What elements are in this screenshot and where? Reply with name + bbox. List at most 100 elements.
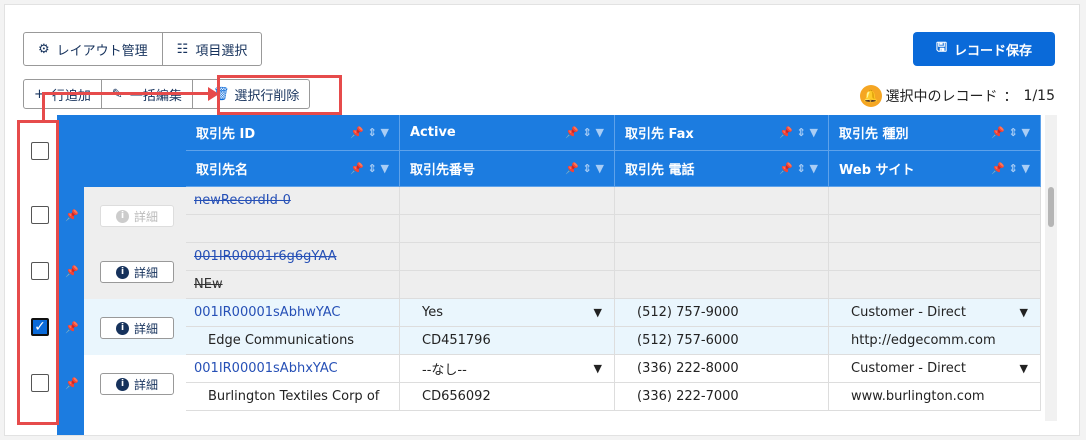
column-header-phone[interactable]: 取引先 電話 📌 ⇕ ▼ xyxy=(615,151,829,187)
cell-active-select[interactable]: --なし-- ▼ xyxy=(400,355,615,383)
column-header-number[interactable]: 取引先番号 📌 ⇕ ▼ xyxy=(400,151,615,187)
cell-website[interactable]: www.burlington.com xyxy=(829,383,1041,411)
chevron-down-icon: ▼ xyxy=(593,362,602,375)
column-header-active[interactable]: Active 📌 ⇕ ▼ xyxy=(400,115,615,151)
detail-button[interactable]: i 詳細 xyxy=(100,261,174,283)
annotation-arrow-line xyxy=(42,92,212,95)
detail-header xyxy=(84,115,186,187)
cell-phone[interactable]: (336) 222-7000 xyxy=(615,383,829,411)
detail-label: 詳細 xyxy=(133,209,158,224)
cell-type-select[interactable]: Customer - Direct ▼ xyxy=(829,299,1041,327)
column-tools-icon[interactable]: 📌 ⇕ ▼ xyxy=(779,151,818,186)
cell-name[interactable]: Burlington Textiles Corp of xyxy=(186,383,400,411)
layout-manage-button[interactable]: ⚙ レイアウト管理 xyxy=(24,33,162,65)
column-header-label: Active xyxy=(410,125,456,140)
scrollbar-thumb[interactable] xyxy=(1048,187,1054,227)
cell-name[interactable]: NEw xyxy=(186,271,400,299)
column-header-name[interactable]: 取引先名 📌 ⇕ ▼ xyxy=(186,151,400,187)
detail-button[interactable]: i 詳細 xyxy=(100,317,174,339)
cell-fax[interactable] xyxy=(615,187,829,215)
cell-website[interactable]: http://edgecomm.com xyxy=(829,327,1041,355)
save-record-button[interactable]: 🖫 レコード保存 xyxy=(913,32,1055,66)
cell-name[interactable]: Edge Communications xyxy=(186,327,400,355)
table-row: 001IR00001sAbhxYAC --なし-- ▼ (336) 222-800… xyxy=(186,355,1041,411)
detail-label: 詳細 xyxy=(133,265,158,280)
cell-website[interactable] xyxy=(829,215,1041,243)
cell-type[interactable] xyxy=(829,243,1041,271)
record-grid-panel: ⚙ レイアウト管理 ☷ 項目選択 🖫 レコード保存 + 行追加 ✎ 一括編集 🗑… xyxy=(4,4,1080,436)
field-select-button[interactable]: ☷ 項目選択 xyxy=(161,33,262,65)
column-header-label: 取引先 種別 xyxy=(839,127,909,142)
annotation-arrow-line xyxy=(42,92,45,120)
info-icon: i xyxy=(115,321,129,335)
cell-website[interactable] xyxy=(829,271,1041,299)
delete-highlight-box xyxy=(217,75,342,115)
column-header-label: 取引先名 xyxy=(196,163,249,178)
cell-phone[interactable]: (512) 757-6000 xyxy=(615,327,829,355)
column-tools-icon[interactable]: 📌 ⇕ ▼ xyxy=(991,151,1030,186)
info-icon: i xyxy=(115,209,129,223)
column-tools-icon[interactable]: 📌 ⇕ ▼ xyxy=(991,115,1030,150)
column-tools-icon[interactable]: 📌 ⇕ ▼ xyxy=(350,115,389,150)
column-header-website[interactable]: Web サイト 📌 ⇕ ▼ xyxy=(829,151,1041,187)
column-header-fax[interactable]: 取引先 Fax 📌 ⇕ ▼ xyxy=(615,115,829,151)
chevron-down-icon: ▼ xyxy=(1019,306,1028,319)
cell-fax[interactable] xyxy=(615,243,829,271)
list-settings-icon: ☷ xyxy=(176,41,189,57)
gear-icon: ⚙ xyxy=(38,41,50,57)
column-header-account-id[interactable]: 取引先 ID 📌 ⇕ ▼ xyxy=(186,115,400,151)
top-button-group: ⚙ レイアウト管理 ☷ 項目選択 xyxy=(23,32,263,66)
table-row-selected: 001IR00001sAbhwYAC Yes ▼ (512) 757-9000 C… xyxy=(186,299,1041,355)
column-header-label: 取引先 Fax xyxy=(625,127,694,142)
detail-button[interactable]: i 詳細 xyxy=(100,205,174,227)
detail-column: i 詳細 i 詳細 i 詳細 i 詳細 xyxy=(84,115,186,435)
column-header-label: Web サイト xyxy=(839,163,915,178)
cell-number[interactable]: CD451796 xyxy=(400,327,615,355)
cell-name[interactable] xyxy=(186,215,400,243)
info-icon: i xyxy=(115,377,129,391)
cell-account-id[interactable]: 001IR00001sAbhxYAC xyxy=(186,355,400,383)
cell-number[interactable] xyxy=(400,215,615,243)
save-record-label: レコード保存 xyxy=(954,43,1033,59)
column-header-label: 取引先番号 xyxy=(410,163,476,178)
cell-type-select[interactable]: Customer - Direct ▼ xyxy=(829,355,1041,383)
cell-phone[interactable] xyxy=(615,271,829,299)
cell-phone[interactable] xyxy=(615,215,829,243)
active-value: --なし-- xyxy=(422,363,467,378)
detail-bg-normal xyxy=(84,355,186,435)
detail-button[interactable]: i 詳細 xyxy=(100,373,174,395)
type-value: Customer - Direct xyxy=(851,305,967,320)
table-row: 001IR00001r6g6gYAA NEw xyxy=(186,243,1041,299)
cell-active[interactable] xyxy=(400,187,615,215)
save-icon: 🖫 xyxy=(935,40,948,55)
checkbox-highlight-box xyxy=(17,120,59,425)
selection-info: 🔔 選択中のレコード ： 1/15 xyxy=(859,85,1055,107)
column-tools-icon[interactable]: 📌 ⇕ ▼ xyxy=(779,115,818,150)
cell-active-select[interactable]: Yes ▼ xyxy=(400,299,615,327)
table-row: newRecordId-0 xyxy=(186,187,1041,243)
cell-active[interactable] xyxy=(400,243,615,271)
selection-label: 選択中のレコード xyxy=(885,89,998,105)
cell-type[interactable] xyxy=(829,187,1041,215)
pin-icon[interactable]: 📌 xyxy=(65,265,79,278)
pin-column: 📌 📌 📌 📌 xyxy=(57,115,84,435)
cell-account-id[interactable]: 001IR00001r6g6gYAA xyxy=(186,243,400,271)
cell-account-id[interactable]: newRecordId-0 xyxy=(186,187,400,215)
column-tools-icon[interactable]: 📌 ⇕ ▼ xyxy=(565,115,604,150)
field-select-label: 項目選択 xyxy=(195,43,248,59)
detail-label: 詳細 xyxy=(133,321,158,336)
cell-fax[interactable]: (336) 222-8000 xyxy=(615,355,829,383)
cell-number[interactable]: CD656092 xyxy=(400,383,615,411)
pin-icon[interactable]: 📌 xyxy=(65,321,79,334)
cell-number[interactable] xyxy=(400,271,615,299)
pin-icon[interactable]: 📌 xyxy=(65,209,79,222)
column-header-label: 取引先 電話 xyxy=(625,163,695,178)
column-header-type[interactable]: 取引先 種別 📌 ⇕ ▼ xyxy=(829,115,1041,151)
pin-icon[interactable]: 📌 xyxy=(65,377,79,390)
column-tools-icon[interactable]: 📌 ⇕ ▼ xyxy=(350,151,389,186)
cell-account-id[interactable]: 001IR00001sAbhwYAC xyxy=(186,299,400,327)
column-tools-icon[interactable]: 📌 ⇕ ▼ xyxy=(565,151,604,186)
cell-fax[interactable]: (512) 757-9000 xyxy=(615,299,829,327)
chevron-down-icon: ▼ xyxy=(1019,362,1028,375)
vertical-scrollbar[interactable] xyxy=(1045,115,1057,421)
